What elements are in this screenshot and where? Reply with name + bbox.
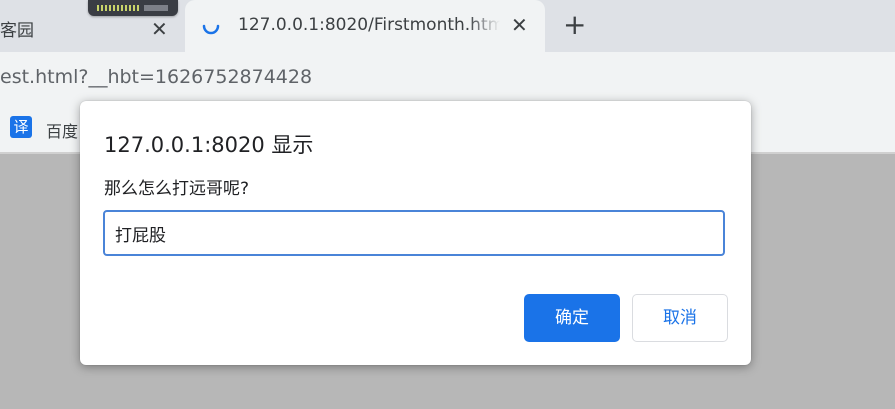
ok-button[interactable]: 确定 — [524, 294, 620, 342]
browser-window: 客园 ✕ 127.0.0.1:8020/Firstmonth.html ✕ + … — [0, 0, 895, 409]
tab-title: 客园 — [0, 21, 34, 41]
loading-spinner-icon — [202, 24, 220, 35]
address-bar[interactable]: est.html?__hbt=1626752874428 — [0, 52, 895, 102]
tab-active[interactable]: 127.0.0.1:8020/Firstmonth.html ✕ — [185, 0, 545, 52]
prompt-dialog: 127.0.0.1:8020 显示 那么怎么打远哥呢? 确定 取消 — [80, 101, 751, 365]
dialog-message: 那么怎么打远哥呢? — [104, 179, 250, 199]
level-meter-secondary — [144, 5, 168, 11]
new-tab-button[interactable]: + — [563, 10, 586, 40]
url-text[interactable]: est.html?__hbt=1626752874428 — [0, 66, 312, 88]
tab-title: 127.0.0.1:8020/Firstmonth.html — [238, 15, 500, 35]
tab-close-icon[interactable]: ✕ — [151, 19, 168, 39]
tab-close-icon[interactable]: ✕ — [511, 15, 528, 35]
dialog-title: 127.0.0.1:8020 显示 — [104, 133, 314, 157]
prompt-input[interactable] — [103, 210, 725, 256]
bookmark-item-label[interactable]: 百度 — [46, 118, 78, 142]
level-meter — [97, 5, 141, 11]
device-indicator-widget — [88, 0, 178, 16]
tab-strip: 客园 ✕ 127.0.0.1:8020/Firstmonth.html ✕ + — [0, 0, 895, 52]
translate-icon[interactable]: 译 — [10, 116, 32, 138]
cancel-button[interactable]: 取消 — [632, 294, 728, 342]
